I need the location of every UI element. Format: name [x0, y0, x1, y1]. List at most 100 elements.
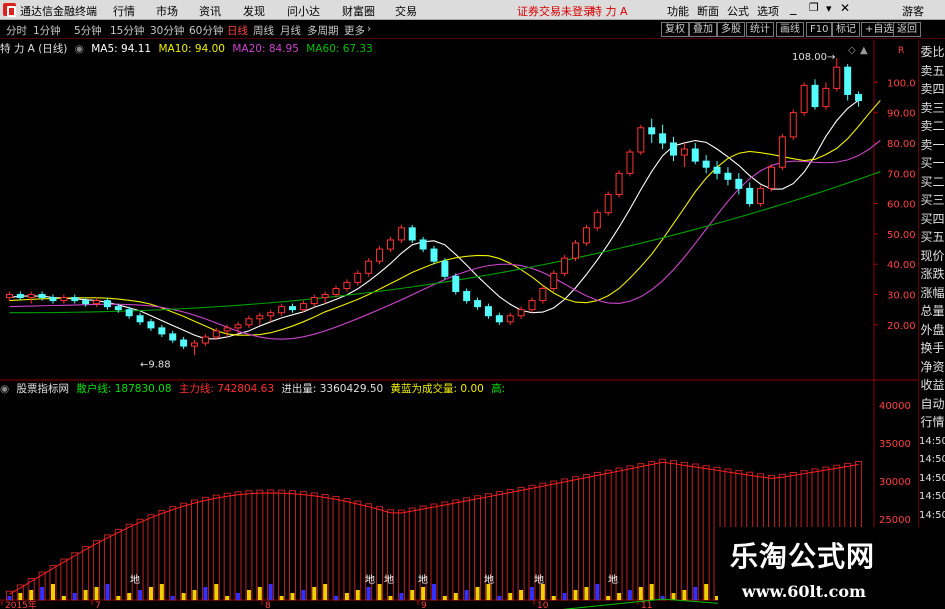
candle-body — [5, 294, 13, 299]
menu-dropdown-icon[interactable]: ▾ — [826, 2, 832, 15]
volume-mini-bar — [497, 596, 502, 600]
price-tick-label: 70.00 — [887, 169, 916, 180]
side-item[interactable]: 买五 — [919, 230, 945, 245]
btn-add-watchlist[interactable]: +自选 — [861, 22, 898, 37]
volume-mini-bar — [475, 587, 480, 600]
period-1min[interactable]: 1分钟 — [33, 23, 61, 38]
sub-volume-bar — [169, 506, 177, 601]
side-item[interactable]: 涨跌 — [919, 267, 945, 282]
side-item[interactable]: 卖一 — [919, 138, 945, 153]
menu-market[interactable]: 市场 — [156, 3, 178, 19]
side-item[interactable]: 14:50 — [919, 434, 945, 449]
volume-mini-bar — [40, 587, 45, 600]
candle-body — [550, 272, 558, 289]
guest-user[interactable]: 游客 — [902, 3, 924, 19]
side-item[interactable]: 买三 — [919, 193, 945, 208]
side-item[interactable]: 收益 — [919, 378, 945, 393]
menu-ask[interactable]: 问小达 — [287, 3, 320, 19]
price-tick-label: 90.00 — [887, 109, 916, 120]
btn-draw-line[interactable]: 画线 — [776, 22, 804, 37]
side-item[interactable]: 自动 — [919, 397, 945, 412]
side-item[interactable]: 14:50 — [919, 471, 945, 486]
period-intraday[interactable]: 分时 — [6, 23, 27, 38]
sub-tick-label: 40000 — [879, 401, 911, 412]
period-15min[interactable]: 15分钟 — [110, 23, 144, 38]
more-chevron-icon[interactable]: › — [367, 23, 371, 35]
candle-body — [191, 342, 199, 347]
sub-volume-bar — [310, 492, 318, 601]
period-30min[interactable]: 30分钟 — [150, 23, 184, 38]
candle-body — [800, 84, 808, 114]
period-monthly[interactable]: 月线 — [280, 23, 301, 38]
sub-volume-bar — [691, 463, 699, 601]
btn-multi-stock[interactable]: 多股 — [717, 22, 745, 37]
side-item[interactable]: 总量 — [919, 304, 945, 319]
side-item[interactable]: 买四 — [919, 212, 945, 227]
btn-restore-rights[interactable]: 复权 — [661, 22, 689, 37]
menu-function[interactable]: 功能 — [667, 3, 689, 19]
side-item[interactable]: 买一 — [919, 156, 945, 171]
side-item[interactable]: 14:50 — [919, 489, 945, 504]
period-weekly[interactable]: 周线 — [253, 23, 274, 38]
period-daily[interactable]: 日线 — [227, 23, 248, 38]
menu-discover[interactable]: 发现 — [243, 3, 265, 19]
side-item[interactable]: 涨幅 — [919, 286, 945, 301]
sub-indicator-name[interactable]: 股票指标网 — [17, 383, 70, 395]
legend-settings-icon[interactable]: ◉ — [75, 43, 84, 55]
menu-wealth[interactable]: 财富圈 — [342, 3, 375, 19]
candle-body — [561, 257, 569, 274]
watermark-title: 乐淘公式网 — [730, 540, 876, 573]
side-item[interactable]: 买二 — [919, 175, 945, 190]
candle-body — [789, 112, 797, 138]
side-item[interactable]: 卖五 — [919, 64, 945, 79]
candle-body — [680, 148, 688, 156]
side-item[interactable]: 换手 — [919, 341, 945, 356]
side-item[interactable]: 卖三 — [919, 101, 945, 116]
volume-mini-bar — [105, 584, 110, 600]
minimize-icon[interactable]: _ — [790, 1, 797, 16]
btn-f10[interactable]: F10 — [806, 22, 833, 37]
side-item[interactable]: 外盘 — [919, 323, 945, 338]
period-more[interactable]: 更多 — [344, 23, 365, 38]
candle-body — [38, 294, 46, 299]
side-item[interactable]: 卖二 — [919, 119, 945, 134]
menu-quotes[interactable]: 行情 — [113, 3, 135, 19]
candle-body — [386, 239, 394, 250]
candle-body — [343, 281, 351, 289]
volume-mini-bar — [617, 593, 622, 600]
menu-options[interactable]: 选项 — [757, 3, 779, 19]
btn-back[interactable]: 返回 — [893, 22, 921, 37]
menu-news[interactable]: 资讯 — [199, 3, 221, 19]
menu-trade[interactable]: 交易 — [395, 3, 417, 19]
volume-mini-bar — [61, 596, 66, 600]
sub-settings-icon[interactable]: ◉ — [0, 383, 9, 395]
side-item[interactable]: 委比 — [919, 45, 945, 60]
sub-volume-bar — [223, 492, 231, 601]
side-item[interactable]: 14:50 — [919, 452, 945, 467]
side-item[interactable]: 卖四 — [919, 82, 945, 97]
btn-mark[interactable]: 标记 — [832, 22, 860, 37]
time-tick-label: 7 — [95, 601, 101, 609]
menu-section[interactable]: 断面 — [697, 3, 719, 19]
price-tick-label: 30.00 — [887, 291, 916, 302]
candle-body — [702, 160, 710, 168]
side-item[interactable]: 14:50 — [919, 508, 945, 523]
trade-login-warning[interactable]: 证券交易未登录 — [517, 3, 594, 19]
sub-volume-bar — [506, 489, 514, 601]
kline-chart[interactable]: 100.0 90.00 80.00 70.00 60.00 50.00 40.00 30.00… — [0, 40, 918, 609]
menu-formula[interactable]: 公式 — [727, 3, 749, 19]
close-icon[interactable]: ✕ — [840, 1, 850, 15]
side-item[interactable]: 净资 — [919, 360, 945, 375]
quote-side-panel: 委比卖五卖四卖三卖二卖一买一买二买三买四买五现价涨跌涨幅总量外盘换手净资收益自动… — [918, 40, 945, 609]
btn-statistics[interactable]: 统计 — [746, 22, 774, 37]
period-5min[interactable]: 5分钟 — [74, 23, 102, 38]
side-item[interactable]: 行情 — [919, 415, 945, 430]
title-bar: 通达信金融终端 行情 市场 资讯 发现 问小达 财富圈 交易 证券交易未登录 特… — [0, 0, 945, 20]
restore-icon[interactable]: ❐ — [809, 1, 819, 14]
volume-mini-bar — [138, 590, 143, 600]
btn-overlay[interactable]: 叠加 — [689, 22, 717, 37]
period-60min[interactable]: 60分钟 — [189, 23, 223, 38]
sub-tick-label: 35000 — [879, 439, 911, 450]
period-multi[interactable]: 多周期 — [307, 23, 339, 38]
side-item[interactable]: 现价 — [919, 249, 945, 264]
